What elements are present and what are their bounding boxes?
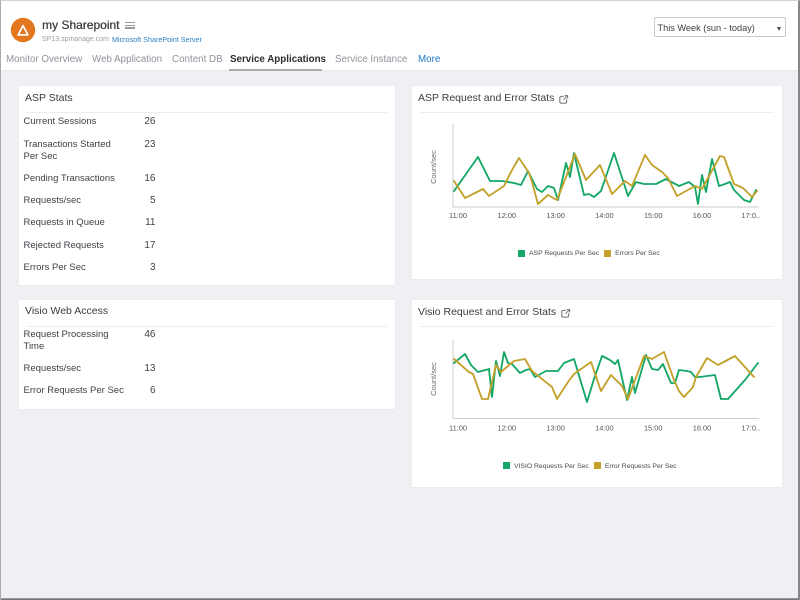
svg-text:17:0..: 17:0..	[742, 211, 761, 220]
svg-text:14:00: 14:00	[595, 211, 614, 220]
svg-text:14:00: 14:00	[595, 424, 614, 433]
svg-text:16:00: 16:00	[693, 211, 712, 220]
svg-text:12:00: 12:00	[498, 211, 517, 220]
svg-text:Count/sec: Count/sec	[429, 362, 438, 396]
svg-text:Count/sec: Count/sec	[429, 150, 438, 184]
svg-text:12:00: 12:00	[498, 424, 517, 433]
svg-text:15:00: 15:00	[644, 424, 663, 433]
svg-text:15:00: 15:00	[644, 211, 663, 220]
svg-text:11:00: 11:00	[449, 211, 467, 220]
svg-text:17:0..: 17:0..	[742, 424, 761, 433]
svg-text:11:00: 11:00	[449, 424, 467, 433]
svg-text:13:00: 13:00	[546, 424, 565, 433]
svg-text:13:00: 13:00	[546, 211, 565, 220]
svg-text:16:00: 16:00	[693, 424, 712, 433]
